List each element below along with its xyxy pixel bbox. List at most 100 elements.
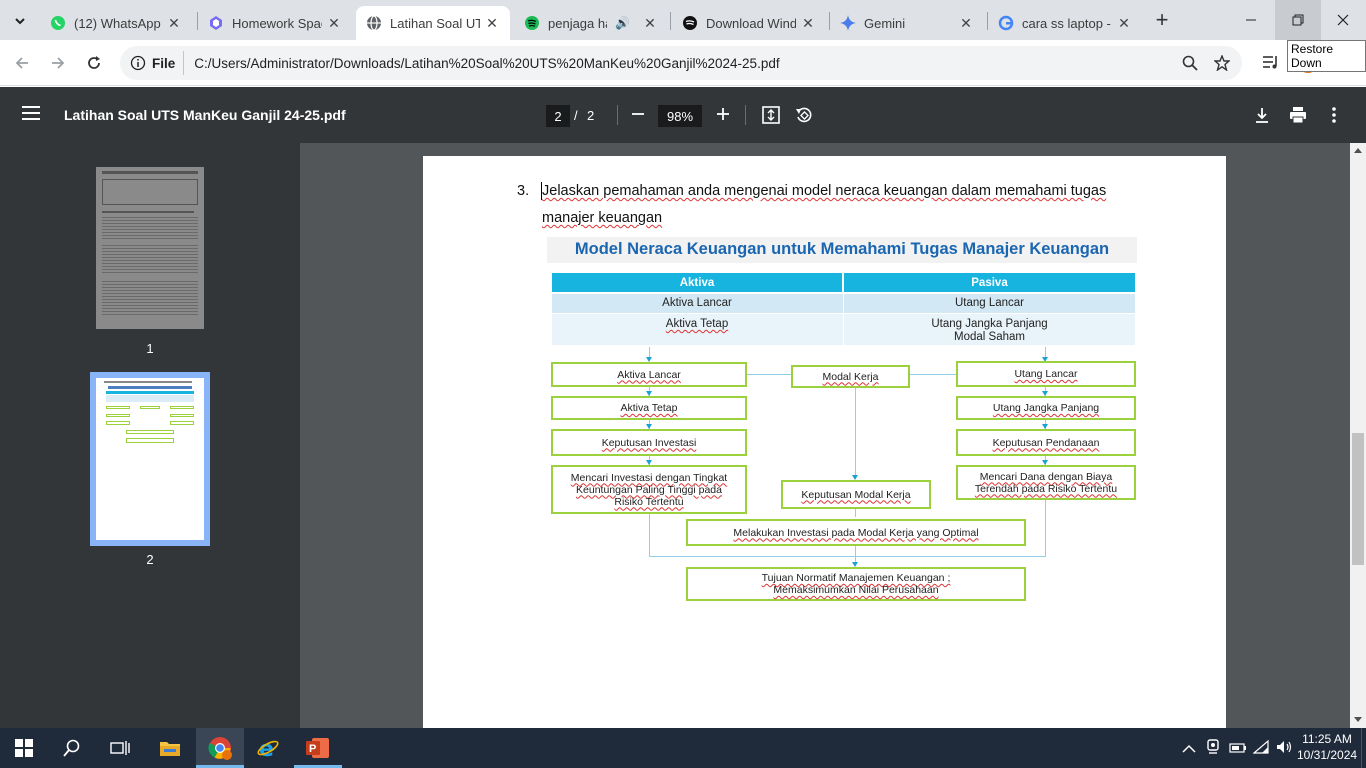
forward-button[interactable] <box>43 48 73 78</box>
volume-button[interactable] <box>1276 739 1294 760</box>
scroll-thumb[interactable] <box>1352 433 1364 565</box>
restore-down-button[interactable] <box>1275 0 1321 40</box>
tab-label: cara ss laptop - Google <box>1022 15 1112 31</box>
box-keputusan-pendanaan: Keputusan Pendanaan <box>956 429 1136 456</box>
show-desktop-button[interactable] <box>1361 728 1366 768</box>
new-tab-button[interactable]: + <box>1150 7 1174 32</box>
clock-button[interactable]: 11:25 AM 10/31/2024 <box>1297 731 1357 763</box>
edge-button[interactable]: e <box>244 728 292 768</box>
minus-icon <box>632 113 644 115</box>
tab-cara-ss-laptop[interactable]: cara ss laptop - Google ✕ <box>988 6 1142 40</box>
browser-toolbar: File C:/Users/Administrator/Downloads/La… <box>0 40 1366 86</box>
zoom-in-button[interactable] <box>715 106 731 127</box>
table-header-aktiva: Aktiva <box>552 273 842 292</box>
printer-icon <box>1290 107 1306 124</box>
close-icon <box>1337 14 1349 26</box>
back-button[interactable] <box>7 48 37 78</box>
table-cell: Utang Jangka Panjang <box>931 318 1048 330</box>
rotate-button[interactable] <box>795 106 813 129</box>
bookmark-star-icon[interactable] <box>1214 55 1230 71</box>
close-icon[interactable]: ✕ <box>484 15 500 32</box>
address-bar[interactable]: File C:/Users/Administrator/Downloads/La… <box>120 46 1242 80</box>
task-view-button[interactable] <box>96 728 144 768</box>
question-number: 3. <box>517 183 530 199</box>
page-number-input[interactable]: 2 <box>546 105 570 127</box>
scroll-up-arrow[interactable] <box>1354 148 1362 153</box>
tab-label: Download Windows <box>706 15 796 31</box>
close-window-button[interactable] <box>1320 0 1366 40</box>
question-text-line-1: Jelaskan pemahaman anda mengenai model n… <box>542 183 1107 199</box>
zoom-level-input[interactable]: 98% <box>658 105 702 127</box>
rotate-icon <box>796 107 812 123</box>
vertical-scrollbar[interactable] <box>1350 143 1366 728</box>
box-keputusan-modal-kerja: Keputusan Modal Kerja <box>781 480 931 509</box>
close-icon[interactable]: ✕ <box>958 15 974 32</box>
box-melakukan-investasi: Melakukan Investasi pada Modal Kerja yan… <box>686 519 1026 546</box>
zoom-out-button[interactable] <box>630 106 646 127</box>
scroll-down-arrow[interactable] <box>1354 717 1362 722</box>
table-cell: Modal Saham <box>954 331 1025 343</box>
tab-penjaga-hati[interactable]: penjaga hati 🔊 ✕ <box>514 6 668 40</box>
url-text[interactable]: C:/Users/Administrator/Downloads/Latihan… <box>194 56 779 71</box>
clock-time: 11:25 AM <box>1302 732 1352 746</box>
diagram-figure: Model Neraca Keuangan untuk Memahami Tug… <box>547 237 1137 603</box>
tab-latihan-soal-uts[interactable]: Latihan Soal UTS ✕ <box>356 6 510 40</box>
tab-divider <box>670 12 671 30</box>
thumbnail-page-1[interactable] <box>96 167 204 329</box>
diagram-title: Model Neraca Keuangan untuk Memahami Tug… <box>574 240 1110 258</box>
connector <box>745 374 791 375</box>
close-icon[interactable]: ✕ <box>326 15 342 32</box>
pdf-page: 3. Jelaskan pemahaman anda mengenai mode… <box>423 156 1226 728</box>
tab-label: (12) WhatsApp <box>74 15 161 31</box>
fit-page-button[interactable] <box>762 106 780 129</box>
page-separator: / <box>574 108 578 123</box>
table-cell: Aktiva Lancar <box>662 297 732 309</box>
info-icon <box>130 55 146 71</box>
internet-explorer-icon: e <box>257 737 279 760</box>
site-info-chip[interactable]: File <box>130 51 185 75</box>
close-icon[interactable]: ✕ <box>800 15 816 32</box>
windows-logo-icon <box>15 739 33 757</box>
tab-gemini[interactable]: Gemini ✕ <box>830 6 984 40</box>
box-tujuan-normatif: Tujuan Normatif Manajemen Keuangan ; Mem… <box>686 567 1026 601</box>
thumbnail-page-2[interactable] <box>90 372 210 546</box>
google-icon <box>998 15 1014 31</box>
reload-button[interactable] <box>79 48 109 78</box>
print-button[interactable] <box>1289 106 1307 129</box>
close-icon[interactable]: ✕ <box>642 15 658 32</box>
speaker-icon[interactable]: 🔊 <box>615 16 630 30</box>
pdf-title: Latihan Soal UTS ManKeu Ganjil 24-25.pdf <box>64 107 346 123</box>
table-cell: Aktiva Tetap <box>665 318 729 330</box>
start-button[interactable] <box>0 728 48 768</box>
close-icon[interactable]: ✕ <box>166 15 182 32</box>
tab-homework-space[interactable]: Homework Space ✕ <box>198 6 352 40</box>
meet-now-button[interactable] <box>1206 739 1220 760</box>
battery-button[interactable] <box>1229 741 1247 759</box>
powerpoint-button[interactable]: P <box>294 728 342 768</box>
show-hidden-icons-button[interactable] <box>1182 741 1196 759</box>
sidebar-toggle-button[interactable] <box>22 105 40 126</box>
tab-strip: (12) WhatsApp ✕ Homework Space ✕ Latihan… <box>0 0 1366 40</box>
tab-whatsapp[interactable]: (12) WhatsApp ✕ <box>40 6 192 40</box>
connector <box>649 513 650 556</box>
box-keputusan-investasi: Keputusan Investasi <box>551 429 747 456</box>
homework-icon <box>208 15 224 31</box>
connector <box>649 556 1046 557</box>
search-button[interactable] <box>48 728 96 768</box>
tab-label: penjaga hati <box>548 15 607 31</box>
network-button[interactable] <box>1252 739 1271 760</box>
minimize-button[interactable] <box>1228 0 1274 40</box>
tab-download-windows[interactable]: Download Windows ✕ <box>672 6 826 40</box>
media-controls-button[interactable] <box>1262 54 1280 75</box>
more-options-button[interactable] <box>1329 105 1339 130</box>
whatsapp-icon <box>50 15 66 31</box>
zoom-icon[interactable] <box>1182 55 1198 71</box>
close-icon[interactable]: ✕ <box>1116 15 1132 32</box>
file-explorer-button[interactable] <box>146 728 194 768</box>
battery-icon <box>1229 743 1246 753</box>
tab-search-button[interactable] <box>6 8 34 34</box>
chrome-button[interactable] <box>196 728 244 768</box>
download-button[interactable] <box>1253 106 1271 129</box>
scheme-label: File <box>152 55 176 71</box>
arrow-left-icon <box>15 57 28 69</box>
